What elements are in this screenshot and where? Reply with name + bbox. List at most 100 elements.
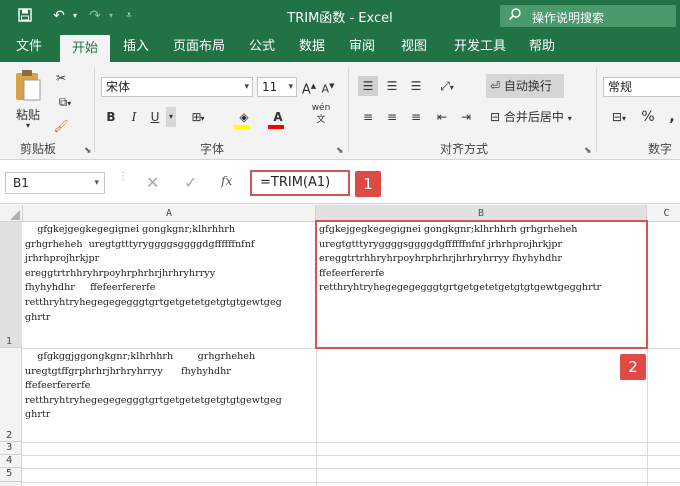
gridline: [22, 468, 680, 469]
merge-center-label: 合并后居中: [503, 110, 564, 124]
tell-me-label: 操作说明搜索: [532, 11, 605, 25]
font-group-label: 字体: [200, 142, 225, 156]
underline-button[interactable]: U: [147, 107, 163, 127]
cancel-icon[interactable]: ✕: [146, 173, 164, 192]
chevron-down-icon: ▾: [94, 178, 99, 188]
comma-button[interactable]: ,: [664, 107, 680, 127]
row-header-2[interactable]: 2: [0, 348, 22, 442]
cell-a1-line: retthryhtryhegegegegggtgrtgetgetetgetgtg…: [25, 297, 282, 308]
align-top-button[interactable]: ☰: [358, 76, 378, 96]
splitter-handle[interactable]: ⋮: [118, 172, 128, 192]
cell-a1-line: ghrtr: [25, 311, 51, 323]
cut-button[interactable]: ✂: [50, 68, 72, 88]
cell-a1-line: gfgkejgegkegegignei gongkgnr;klhrhhrh: [25, 224, 236, 235]
formula-input[interactable]: =TRIM(A1): [250, 170, 350, 196]
gridline: [22, 442, 680, 443]
format-painter-button[interactable]: 🖌: [50, 116, 72, 136]
align-right-button[interactable]: ≡: [406, 107, 426, 127]
tab-home[interactable]: 开始: [60, 35, 110, 62]
font-color-icon: A: [273, 110, 283, 124]
font-size-combo[interactable]: 11 ▾: [257, 77, 297, 97]
increase-font-button[interactable]: A▲: [301, 76, 317, 100]
percent-button[interactable]: %: [640, 107, 656, 127]
cell-a2[interactable]: gfgkggjggongkgnr;klhrhhrh grhgrheheh ure…: [23, 349, 316, 442]
alignment-group-label: 对齐方式: [440, 142, 489, 156]
orientation-button[interactable]: ⤢▾: [434, 76, 460, 98]
tell-me-search[interactable]: 操作说明搜索: [500, 5, 676, 27]
name-box-value: B1: [13, 176, 29, 190]
wrap-text-button[interactable]: ⏎ 自动换行: [486, 74, 564, 98]
cell-a2-line: gfgkggjggongkgnr;klhrhhrh grhgrheheh: [25, 351, 256, 362]
paste-dropdown-icon[interactable]: ▾: [10, 122, 46, 130]
tab-view[interactable]: 视图: [392, 32, 436, 62]
borders-button[interactable]: ⊞▾: [188, 107, 208, 129]
column-header-a[interactable]: A: [23, 205, 316, 222]
align-bottom-button[interactable]: ☰: [406, 76, 426, 96]
cell-a2-line: ffefeerfererfe: [25, 380, 91, 392]
chevron-down-icon: ▾: [244, 82, 249, 92]
bold-button[interactable]: B: [103, 107, 119, 127]
increase-indent-button[interactable]: ⇥: [456, 107, 476, 127]
tab-help[interactable]: 帮助: [520, 32, 564, 62]
font-size-value: 11: [262, 80, 278, 94]
row-header-5[interactable]: 5: [0, 468, 22, 482]
accounting-icon: ⊟: [611, 110, 623, 124]
wrap-text-label: 自动换行: [503, 79, 552, 93]
paste-button[interactable]: 粘贴 ▾: [10, 68, 46, 130]
decrease-indent-button[interactable]: ⇤: [432, 107, 452, 127]
copy-button[interactable]: ⧉▾: [50, 92, 80, 114]
tab-review[interactable]: 审阅: [340, 32, 384, 62]
font-name-combo[interactable]: 宋体 ▾: [101, 77, 253, 97]
align-middle-button[interactable]: ☰: [382, 76, 402, 96]
row-header-3[interactable]: 3: [0, 442, 22, 455]
number-group-label: 数字: [648, 142, 673, 156]
tab-insert[interactable]: 插入: [114, 32, 158, 62]
tab-data[interactable]: 数据: [290, 32, 334, 62]
underline-dropdown-icon[interactable]: ▾: [166, 107, 176, 127]
accounting-format-button[interactable]: ⊟▾: [606, 107, 632, 129]
callout-badge-1: 1: [355, 171, 381, 197]
clipboard-launcher-icon[interactable]: ⬊: [84, 146, 92, 156]
number-format-combo[interactable]: 常规: [603, 77, 680, 97]
row-header-1[interactable]: 1: [0, 222, 22, 348]
formula-bar: B1 ▾ ⋮ ✕ ✓ fx =TRIM(A1) 1: [0, 160, 680, 204]
number-format-value: 常规: [608, 80, 633, 94]
paste-icon: [16, 70, 41, 101]
decrease-font-button[interactable]: A▼: [320, 76, 336, 100]
phonetic-button[interactable]: wén 文: [309, 102, 333, 126]
tab-developer[interactable]: 开发工具: [446, 32, 514, 62]
phonetic-icon: 文: [316, 115, 326, 125]
insert-function-button[interactable]: fx: [221, 174, 241, 192]
align-right-icon: ≡: [410, 110, 422, 124]
tab-file[interactable]: 文件: [6, 32, 52, 62]
tab-formulas[interactable]: 公式: [240, 32, 284, 62]
font-color-button[interactable]: A: [266, 107, 290, 129]
align-left-button[interactable]: ≡: [358, 107, 378, 127]
font-name-value: 宋体: [106, 80, 131, 94]
scissors-icon: ✂: [55, 71, 67, 85]
cell-b1-highlight: [315, 220, 648, 349]
copy-icon: ⧉: [58, 95, 68, 109]
italic-button[interactable]: I: [126, 107, 142, 127]
merge-center-icon: ⊟: [490, 110, 501, 124]
cell-a1[interactable]: gfgkejgegkegegignei gongkgnr;klhrhhrh gr…: [23, 222, 316, 348]
cell-a2-line: ghrtr: [25, 409, 51, 421]
select-all-corner[interactable]: [0, 205, 23, 222]
merge-center-button[interactable]: ⊟ 合并后居中 ▾: [486, 107, 590, 129]
fill-color-button[interactable]: ◈: [232, 107, 256, 129]
tab-page-layout[interactable]: 页面布局: [164, 32, 234, 62]
align-center-button[interactable]: ≡: [382, 107, 402, 127]
name-box[interactable]: B1 ▾: [5, 172, 105, 194]
alignment-launcher-icon[interactable]: ⬊: [584, 146, 592, 156]
chevron-down-icon: ▾: [567, 114, 572, 123]
borders-icon: ⊞: [191, 110, 201, 124]
row-header-4[interactable]: 4: [0, 455, 22, 468]
column-header-c[interactable]: C: [647, 205, 680, 222]
font-color-swatch: [268, 125, 284, 129]
align-top-icon: ☰: [362, 79, 374, 93]
decrease-indent-icon: ⇤: [436, 110, 448, 124]
check-icon[interactable]: ✓: [184, 173, 202, 192]
align-middle-icon: ☰: [386, 79, 398, 93]
chevron-down-icon: ▾: [288, 82, 293, 92]
font-launcher-icon[interactable]: ⬊: [336, 146, 344, 156]
